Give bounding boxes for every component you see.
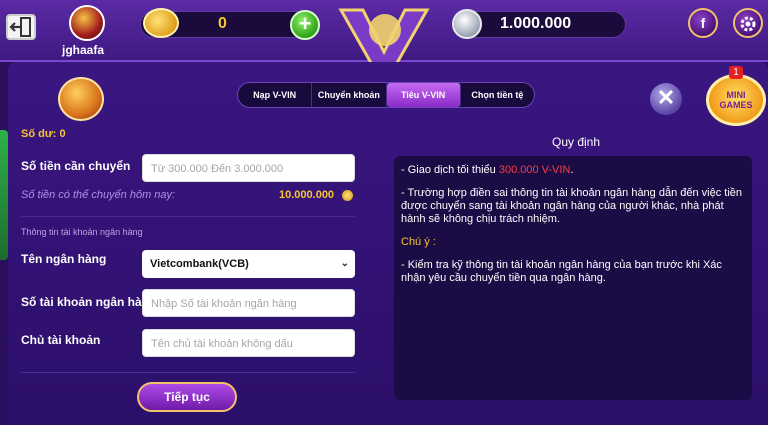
exit-icon[interactable] [6,14,36,40]
account-holder-label: Chủ tài khoản [21,333,101,347]
chevron-down-icon: ⌄ [340,258,349,269]
bank-name-value: Vietcombank(VCB) [150,258,249,270]
amount-label: Số tiền cần chuyển [21,159,131,173]
bank-section-title: Thông tin tài khoản ngân hàng [21,227,143,237]
today-limit-label: Số tiền có thể chuyển hôm nay: [21,189,176,201]
trophy-icon[interactable] [58,77,104,121]
today-limit-value: 10.000.000 [279,189,335,201]
balance-label: Số dư: 0 [21,128,66,140]
username: jghaafa [62,43,105,57]
close-icon[interactable]: ✕ [650,83,682,115]
bank-name-select[interactable]: Vietcombank(VCB) ⌄ [142,250,355,278]
add-coin-button[interactable]: + [290,10,320,40]
rules-box: - Giao dịch tối thiểu 300.000 V-VIN. - T… [394,156,752,400]
rules-line-1-suffix: . [570,164,574,176]
rules-line-1: - Giao dịch tối thiểu 300.000 V-VIN. [401,164,745,177]
tab-bar: Nạp V-VIN Chuyển khoản Tiêu V-VIN Chọn t… [237,82,535,108]
divider [21,372,355,373]
rules-line-1-prefix: - Giao dịch tối thiểu [401,164,499,176]
gold-coin-icon [143,8,179,38]
tab-chuyen-khoan[interactable]: Chuyển khoản [312,83,387,107]
rules-line-2: - Trường hợp điền sai thông tin tài khoả… [401,187,743,225]
side-strip [0,130,8,260]
continue-button[interactable]: Tiếp tục [137,382,237,412]
mini-games-label-1: MINI [726,90,746,100]
account-number-label: Số tài khoản ngân hàng [21,295,157,309]
tab-nap-vvin[interactable]: Nạp V-VIN [238,83,313,107]
gear-icon[interactable] [733,8,763,38]
divider [21,216,355,217]
amount-input[interactable]: Từ 300.000 Đến 3.000.000 [142,154,355,182]
rules-line-3: - Kiểm tra kỹ thông tin tài khoản ngân h… [401,259,722,284]
account-holder-input[interactable]: Tên chủ tài khoản không dấu [142,329,355,357]
silver-balance: 1.000.000 [500,15,572,32]
mini-games-badge: 1 [729,66,743,79]
tab-chon-tien-te[interactable]: Chọn tiền tệ [461,83,534,107]
gold-coin-icon [342,190,353,201]
rules-line-1-highlight: 300.000 V-VIN [498,164,571,176]
facebook-icon[interactable]: f [688,8,718,38]
rules-title: Quy định [552,135,601,149]
bank-name-label: Tên ngân hàng [21,252,107,266]
account-number-input[interactable]: Nhập Số tài khoản ngân hàng [142,289,355,317]
tab-tieu-vvin[interactable]: Tiêu V-VIN [386,83,461,107]
mini-games-icon[interactable]: MINI GAMES [706,74,766,126]
coin-balance: 0 [218,15,227,32]
mini-games-label-2: GAMES [719,100,753,110]
rules-note-title: Chú ý : [401,236,436,248]
avatar[interactable] [69,5,105,41]
silver-coin-icon [452,9,482,39]
